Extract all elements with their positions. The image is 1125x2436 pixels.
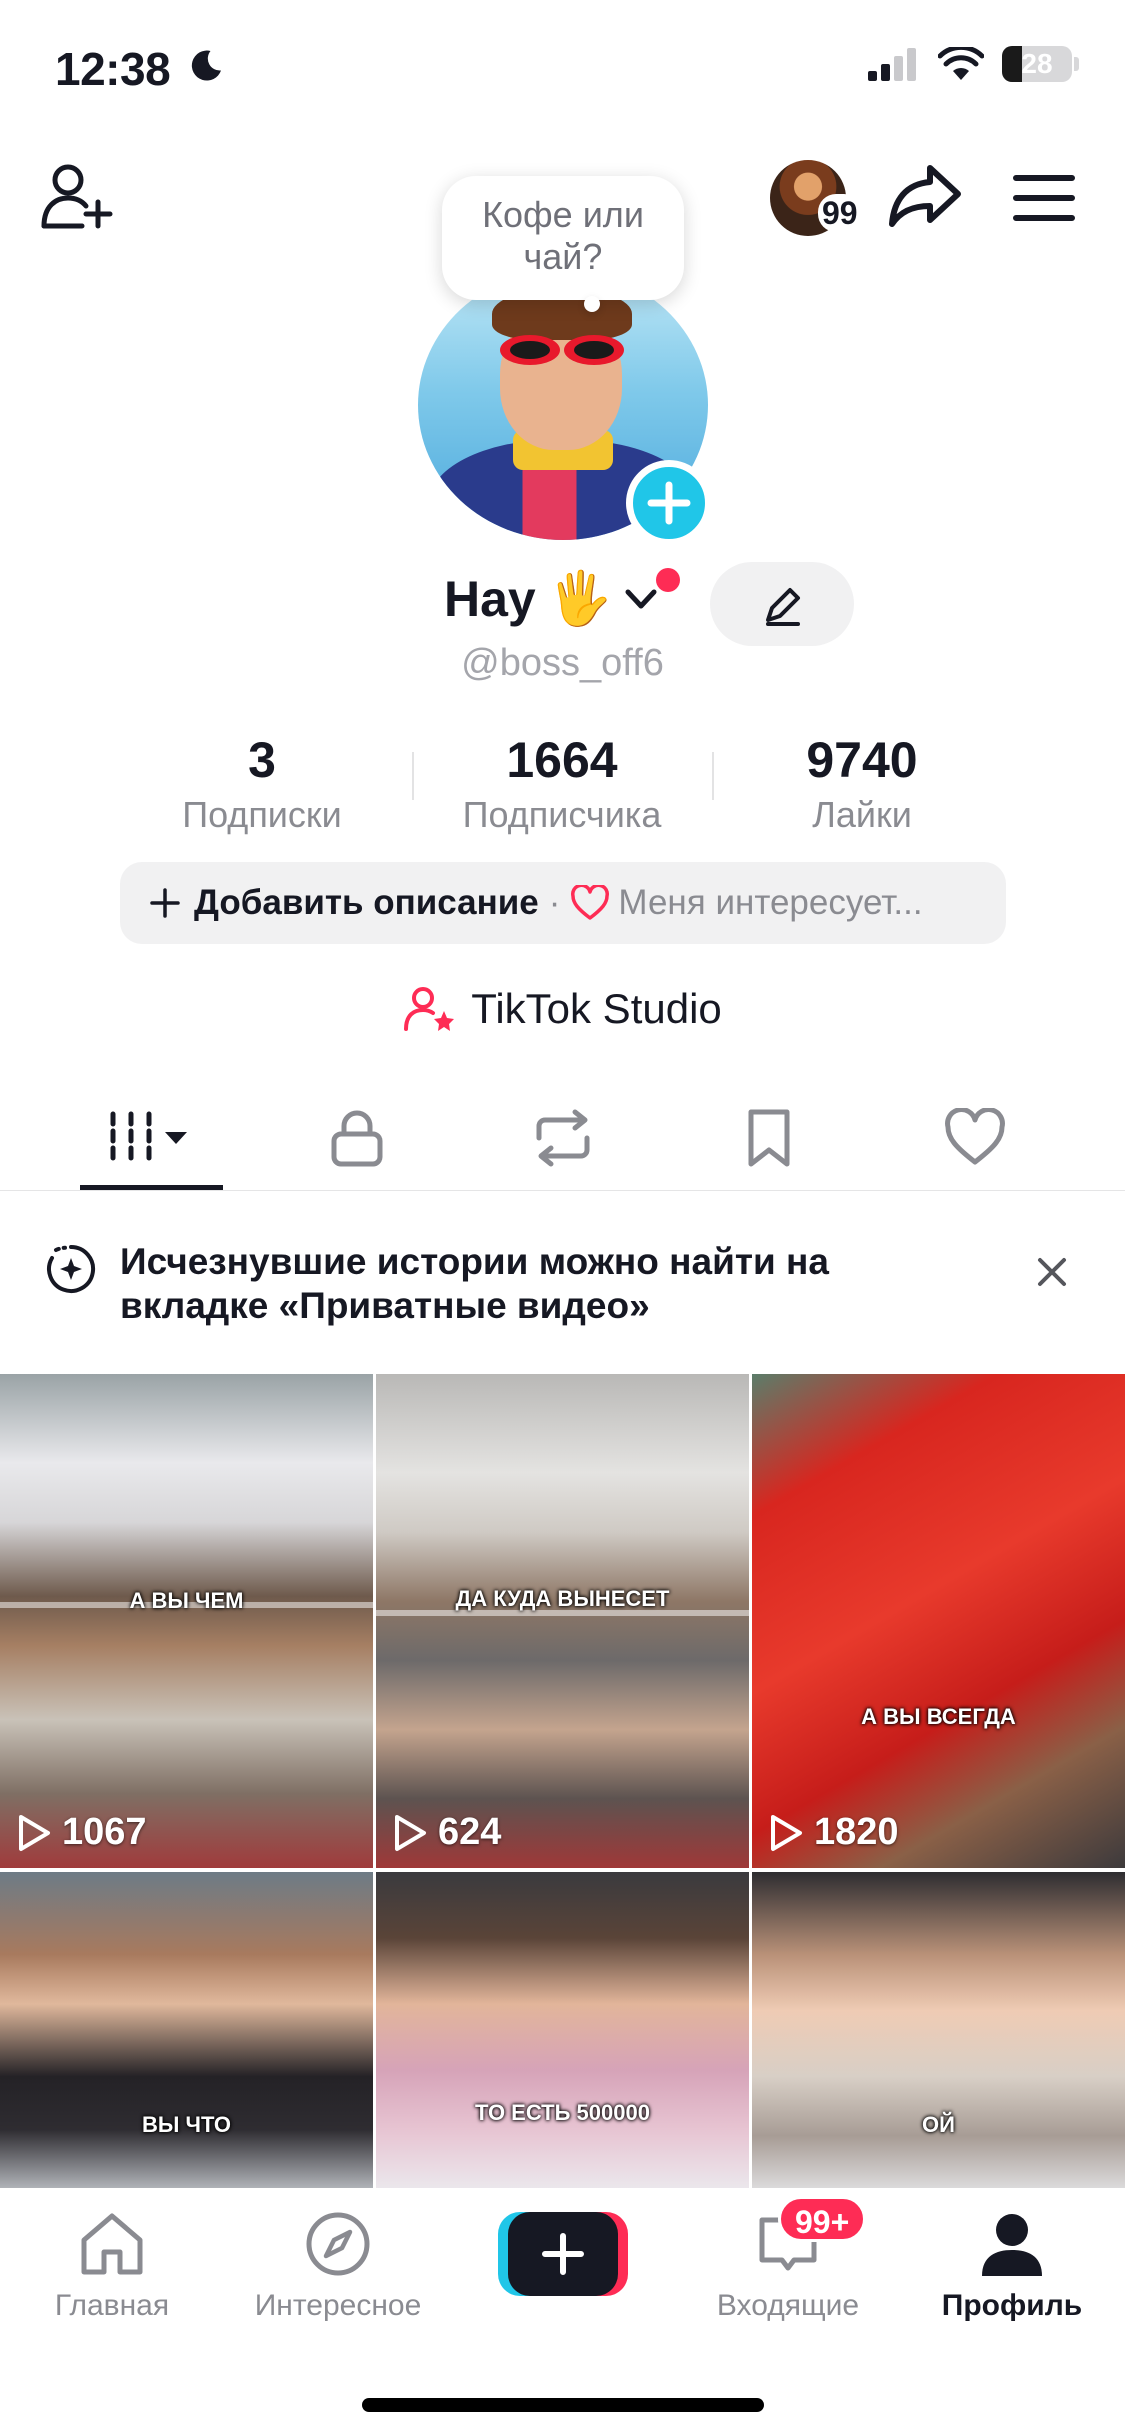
- stat-following-label: Подписки: [182, 794, 342, 835]
- inbox-badge: 99+: [778, 2196, 867, 2242]
- tab-liked[interactable]: [872, 1098, 1078, 1178]
- stat-following[interactable]: 3 Подписки: [112, 732, 412, 836]
- stat-following-value: 3: [248, 732, 276, 788]
- notice-text: Исчезнувшие истории можно найти на вклад…: [120, 1241, 829, 1326]
- bookmark-icon: [748, 1109, 790, 1167]
- play-icon: [395, 1814, 426, 1851]
- bio-chip[interactable]: Добавить описание · Меня интересует...: [120, 862, 1006, 944]
- stat-likes-value: 9740: [806, 732, 918, 788]
- nav-home-label: Главная: [54, 2289, 170, 2322]
- home-icon: [81, 2213, 143, 2275]
- video-thumbnail[interactable]: ВЫ ЧТО: [0, 1872, 373, 2202]
- name-emoji: 🖐: [547, 570, 613, 628]
- video-caption: ОЙ: [922, 2112, 955, 2137]
- add-bio-label[interactable]: Добавить описание: [194, 883, 539, 923]
- video-caption: А ВЫ ЧЕМ: [129, 1588, 244, 1613]
- add-friend-icon[interactable]: [38, 160, 118, 232]
- video-caption: ВЫ ЧТО: [142, 2112, 231, 2137]
- stat-followers-value: 1664: [506, 732, 618, 788]
- note-bubble-tail: [584, 296, 600, 312]
- nav-profile-label: Профиль: [941, 2289, 1083, 2322]
- view-count: 1067: [16, 1811, 147, 1854]
- battery-cap: [1074, 57, 1079, 71]
- name-row[interactable]: Hay 🖐: [444, 568, 662, 629]
- view-count-value: 1067: [62, 1811, 147, 1853]
- nav-discover[interactable]: Интересное: [238, 2210, 438, 2323]
- tab-reposts[interactable]: [460, 1098, 666, 1178]
- status-indicators: 28: [868, 46, 1079, 82]
- studio-label: TikTok Studio: [471, 985, 722, 1032]
- view-count: 1820: [768, 1811, 899, 1854]
- story-count-badge: 99: [818, 194, 862, 232]
- notification-dot: [656, 568, 680, 592]
- note-bubble[interactable]: Кофе или чай?: [442, 176, 684, 300]
- video-thumbnail[interactable]: А ВЫ ВСЕГДА 1820: [752, 1374, 1125, 1868]
- video-thumbnail[interactable]: ДА КУДА ВЫНЕСЕТ 624: [376, 1374, 749, 1868]
- play-icon: [771, 1814, 802, 1851]
- home-indicator: [362, 2398, 764, 2412]
- video-thumbnail[interactable]: А ВЫ ЧЕМ 1067: [0, 1374, 373, 1868]
- create-button[interactable]: [498, 2212, 628, 2296]
- tiktok-studio-link[interactable]: TikTok Studio: [0, 985, 1125, 1033]
- profile-name: Hay: [444, 570, 536, 627]
- videos-grid-icon: [110, 1111, 187, 1165]
- video-thumbnail[interactable]: ОЙ: [752, 1872, 1125, 2202]
- stat-followers-label: Подписчика: [462, 794, 662, 835]
- add-story-button[interactable]: [626, 460, 712, 546]
- video-caption: ТО ЕСТЬ 500000: [475, 2100, 650, 2125]
- battery-percent: 28: [1021, 48, 1053, 79]
- tab-private[interactable]: [254, 1098, 460, 1178]
- wifi-icon: [938, 47, 984, 80]
- avatar-sunglasses: [500, 335, 624, 365]
- profile-handle: @boss_off6: [461, 642, 664, 684]
- view-count-value: 624: [438, 1811, 502, 1853]
- private-videos-notice: Исчезнувшие истории можно найти на вклад…: [0, 1220, 1125, 1352]
- cellular-signal-icon: [868, 48, 916, 81]
- play-icon: [19, 1814, 50, 1851]
- focus-moon-icon: [191, 50, 221, 81]
- bio-separator: ·: [548, 883, 561, 922]
- compass-icon: [306, 2212, 370, 2276]
- close-icon[interactable]: [1032, 1252, 1072, 1292]
- repost-icon: [536, 1109, 590, 1167]
- nav-discover-label: Интересное: [254, 2289, 422, 2322]
- tab-videos[interactable]: [48, 1098, 254, 1178]
- interests-label[interactable]: Меня интересует...: [618, 883, 922, 923]
- menu-icon[interactable]: [1012, 170, 1076, 226]
- share-icon[interactable]: [888, 160, 964, 232]
- heart-icon: [945, 1108, 1005, 1165]
- nav-home[interactable]: Главная: [12, 2210, 212, 2323]
- tabs-divider: [0, 1190, 1125, 1191]
- video-thumbnail[interactable]: ТО ЕСТЬ 500000: [376, 1872, 749, 2202]
- view-count-value: 1820: [814, 1811, 899, 1853]
- stat-likes[interactable]: 9740 Лайки: [712, 732, 1012, 836]
- video-grid: А ВЫ ЧЕМ 1067 ДА КУДА ВЫНЕСЕТ 624 А ВЫ В…: [0, 1374, 1125, 2202]
- video-caption: ДА КУДА ВЫНЕСЕТ: [455, 1586, 670, 1611]
- view-count: 624: [392, 1811, 501, 1854]
- tab-favorites[interactable]: [666, 1098, 872, 1178]
- studio-user-star-icon: [404, 987, 455, 1031]
- note-text: Кофе или чай?: [482, 194, 644, 277]
- profile-icon: [982, 2214, 1042, 2276]
- nav-profile[interactable]: Профиль: [912, 2210, 1112, 2323]
- lock-icon: [331, 1110, 383, 1167]
- video-caption: А ВЫ ВСЕГДА: [861, 1704, 1016, 1729]
- battery-icon: 28: [1002, 46, 1072, 82]
- plus-icon: [647, 481, 691, 525]
- plus-icon: [150, 888, 180, 918]
- status-time: 12:38: [55, 43, 171, 95]
- heart-icon: [571, 885, 610, 920]
- edit-profile-button[interactable]: [710, 562, 854, 646]
- stat-followers[interactable]: 1664 Подписчика: [412, 732, 712, 836]
- nav-inbox-label: Входящие: [716, 2289, 860, 2322]
- story-sparkle-icon: [47, 1245, 96, 1293]
- pencil-icon: [766, 588, 800, 626]
- stat-likes-label: Лайки: [812, 794, 912, 835]
